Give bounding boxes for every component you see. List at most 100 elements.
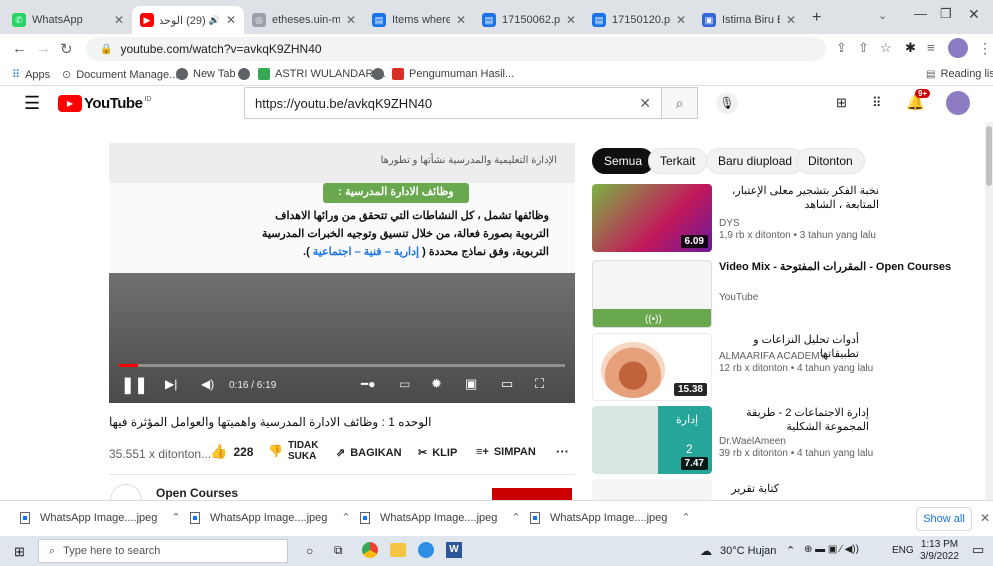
download-item[interactable]: WhatsApp Image....jpeg ⌃ (190, 511, 351, 524)
language-indicator[interactable]: ENG (892, 545, 914, 556)
close-icon[interactable]: ✕ (676, 13, 686, 27)
task-view-icon[interactable]: ⧉ (334, 543, 343, 558)
scrollbar[interactable] (985, 122, 993, 500)
restore-button[interactable]: ❐ (940, 6, 952, 22)
create-video-icon[interactable]: ⊞ (836, 95, 847, 111)
close-icon[interactable]: ✕ (346, 13, 356, 27)
video-thumbnail[interactable]: إدارة 2 7.47 (592, 406, 712, 474)
close-icon[interactable]: ✕ (566, 13, 576, 27)
menu-icon[interactable]: ⋮ (978, 40, 992, 57)
chevron-up-icon[interactable]: ⌃ (511, 511, 520, 524)
tab-items[interactable]: ▤ Items where Divi ✕ (364, 6, 474, 34)
share-icon[interactable]: ⇧ (858, 40, 869, 56)
video-thumbnail[interactable] (592, 479, 712, 500)
recommendation-item[interactable]: ((•)) Video Mix - المقررات المفتوحة - Op… (592, 260, 982, 328)
tab-whatsapp[interactable]: ✆ WhatsApp ✕ (4, 6, 132, 34)
close-icon[interactable]: ✕ (114, 13, 124, 27)
recommendation-item[interactable]: 6.09 نخبة الفكر بتشجير معلى الإعتبار، ال… (592, 184, 982, 252)
cortana-icon[interactable]: ○ (306, 544, 313, 558)
tab-pdf-2[interactable]: ▤ 17150120.pdf ✕ (584, 6, 694, 34)
forward-icon[interactable]: → (36, 40, 51, 57)
fullscreen-icon[interactable]: ⛶ (535, 376, 544, 392)
chip-ditonton[interactable]: Ditonton (796, 148, 865, 174)
chevron-up-icon[interactable]: ⌃ (171, 511, 180, 524)
recommendation-item[interactable]: إدارة 2 7.47 إدارة الاجتماعات 2 - طريقة … (592, 406, 982, 474)
channel-avatar[interactable] (110, 484, 142, 500)
dislike-button[interactable]: 👎 TIDAK SUKA (268, 440, 319, 462)
share-button[interactable]: ⇗ BAGIKAN (336, 446, 402, 460)
theater-mode-icon[interactable]: ▭ (501, 376, 513, 392)
download-item[interactable]: WhatsApp Image....jpeg ⌃ (360, 511, 521, 524)
close-icon[interactable]: ✕ (980, 511, 990, 525)
autoplay-toggle[interactable]: ━● (361, 377, 375, 391)
next-icon[interactable]: ▶| (165, 377, 177, 391)
miniplayer-icon[interactable]: ▣ (465, 376, 477, 392)
word-icon[interactable]: W (446, 542, 462, 558)
new-tab-button[interactable]: + (812, 9, 821, 27)
recommendation-item[interactable]: 15.38 أدوات تحليل النزاعات و تطبيقاتها A… (592, 333, 982, 401)
youtube-logo[interactable]: ▶ YouTube ID (58, 95, 151, 112)
search-input[interactable]: https://youtu.be/avkqK9ZHN40 ✕ (244, 87, 662, 119)
download-item[interactable]: WhatsApp Image....jpeg ⌃ (530, 511, 691, 524)
tab-istima[interactable]: ▣ Istima Biru Biru ✕ (694, 6, 804, 34)
pause-icon[interactable]: ❚❚ (121, 375, 148, 395)
tab-search-icon[interactable]: ⌄ (878, 9, 887, 22)
bookmark-astri[interactable]: ASTRI WULANDARI... (258, 68, 386, 80)
chip-terkait[interactable]: Terkait (648, 148, 708, 174)
notification-center-icon[interactable]: ▭ (972, 542, 984, 558)
settings-gear-icon[interactable]: ✹ (431, 376, 442, 392)
search-button[interactable]: ⌕ (662, 87, 698, 119)
video-player[interactable]: الإدارة التعليمية والمدرسية نشأتها و تطو… (109, 143, 575, 403)
tab-youtube[interactable]: ▶ (29) الوحدة 1 🔊 ✕ (132, 6, 244, 34)
clock[interactable]: 1:13 PM 3/9/2022 (920, 539, 959, 563)
network-icon[interactable]: ⊕ ▬ ▣ ⁄ ◀)) (804, 544, 859, 555)
chevron-up-icon[interactable]: ⌃ (786, 544, 795, 557)
install-icon[interactable]: ⇪ (836, 40, 847, 56)
bookmark-apps[interactable]: ⠿ Apps (12, 68, 50, 82)
show-all-button[interactable]: Show all (916, 507, 972, 531)
close-icon[interactable]: ✕ (456, 13, 466, 27)
tab-pdf-1[interactable]: ▤ 17150062.pdf ✕ (474, 6, 584, 34)
bookmark-document-manage[interactable]: ⊙ Document Manage... (62, 68, 178, 82)
channel-name[interactable]: Open Courses (156, 486, 238, 500)
download-item[interactable]: WhatsApp Image....jpeg ⌃ (20, 511, 181, 524)
url-bar[interactable]: 🔒 youtube.com/watch?v=avkqK9ZHN40 (86, 37, 826, 61)
close-window-button[interactable]: ✕ (968, 6, 980, 23)
minimize-button[interactable]: — (914, 6, 927, 21)
file-explorer-icon[interactable] (390, 543, 406, 557)
tab-etheses[interactable]: ◎ etheses.uin-mala ✕ (244, 6, 364, 34)
reload-icon[interactable]: ↻ (60, 40, 73, 58)
video-thumbnail[interactable]: 15.38 (592, 333, 712, 401)
weather-text[interactable]: 30°C Hujan (720, 545, 776, 557)
hamburger-icon[interactable]: ☰ (24, 93, 40, 114)
subscribe-button[interactable] (492, 488, 572, 500)
extensions-icon[interactable]: ✱ (905, 40, 916, 56)
scrollbar-thumb[interactable] (986, 126, 992, 186)
avatar[interactable] (946, 91, 970, 115)
chip-baru-diupload[interactable]: Baru diupload (706, 148, 805, 174)
microphone-icon[interactable]: 🎙 (716, 92, 738, 114)
bookmark-new-tab[interactable]: New Tab (176, 68, 236, 80)
back-icon[interactable]: ← (12, 40, 27, 57)
chevron-up-icon[interactable]: ⌃ (681, 511, 690, 524)
like-button[interactable]: 👍 228 (210, 443, 253, 460)
audio-icon[interactable]: 🔊 (209, 15, 220, 26)
progress-bar[interactable] (119, 364, 565, 367)
apps-icon[interactable]: ⠿ (872, 95, 882, 111)
more-actions-icon[interactable]: ··· (556, 444, 569, 459)
clear-icon[interactable]: ✕ (639, 95, 651, 112)
star-icon[interactable]: ☆ (880, 40, 892, 56)
save-button[interactable]: ≡+ SIMPAN (476, 446, 536, 458)
view-count[interactable]: 35.551 x ditonton... (109, 447, 211, 461)
chevron-up-icon[interactable]: ⌃ (341, 511, 350, 524)
volume-icon[interactable]: ◀) (201, 377, 214, 391)
clip-button[interactable]: ✂ KLIP (418, 446, 457, 460)
video-thumbnail[interactable]: ((•)) (592, 260, 712, 328)
chip-semua[interactable]: Semua (592, 148, 655, 174)
close-icon[interactable]: ✕ (226, 13, 236, 27)
bookmark-pengumuman[interactable]: Pengumuman Hasil... (392, 68, 514, 80)
video-thumbnail[interactable]: 6.09 (592, 184, 712, 252)
profile-avatar[interactable] (948, 38, 968, 58)
app-icon[interactable] (418, 542, 434, 558)
chrome-icon[interactable] (362, 542, 378, 558)
